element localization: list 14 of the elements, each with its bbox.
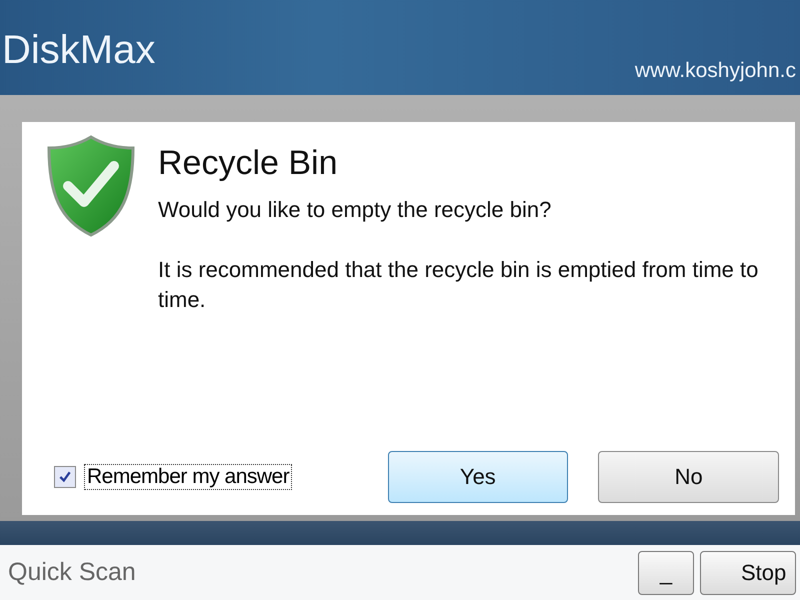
shield-check-icon [46,134,136,238]
dialog-button[interactable]: Yes [388,451,568,503]
dialog-button[interactable]: No [598,451,779,503]
dialog-title: Recycle Bin [158,144,339,183]
note-text: It is recommended that the recycle bin is emptied from time to time. [158,256,760,314]
scan-label: Quick Scan [8,558,136,587]
question-text: Would you like to empty the recycle bin? [158,197,552,223]
checkmark-icon [58,470,72,484]
remember-checkbox[interactable] [54,466,76,488]
status-button[interactable]: _ [638,550,694,594]
app-title: DiskMax [2,28,156,74]
status-button[interactable]: Stop [700,550,796,594]
remember-label[interactable]: Remember my answer [84,464,292,490]
website-link[interactable]: www.koshyjohn.c [634,59,796,95]
